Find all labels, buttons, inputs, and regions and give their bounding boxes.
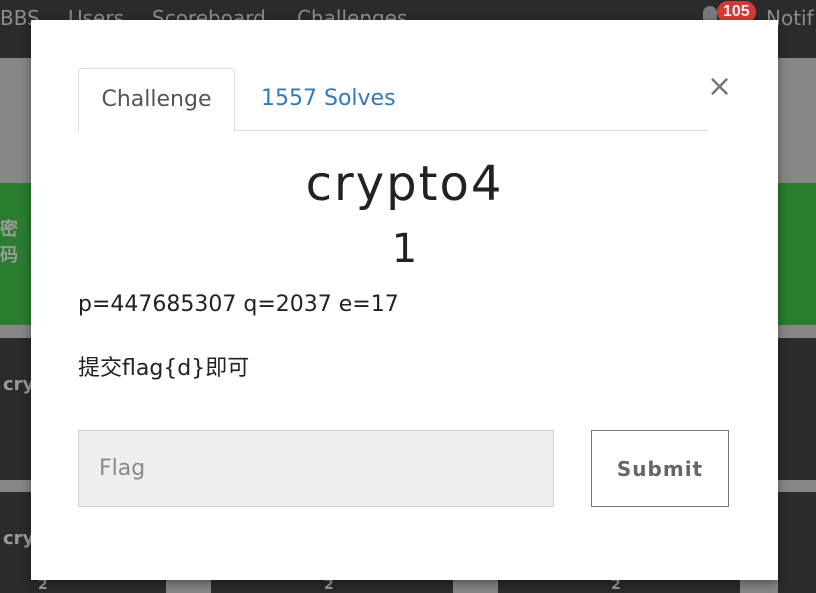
challenge-card-green-right[interactable] (778, 183, 816, 325)
card-label: cry (3, 528, 35, 549)
flag-input[interactable] (78, 430, 554, 507)
challenge-modal: Challenge 1557 Solves × crypto4 1 p=4476… (31, 20, 778, 580)
close-icon[interactable]: × (707, 72, 732, 102)
challenge-card-dark-right[interactable] (778, 338, 816, 480)
tab-solves[interactable]: 1557 Solves (261, 68, 396, 130)
challenge-card-green[interactable]: 密码 (0, 183, 31, 325)
challenge-description-line1: p=447685307 q=2037 e=17 (78, 292, 399, 317)
challenge-card-dark-right[interactable] (778, 492, 816, 593)
challenge-value: 1 (391, 226, 418, 272)
submit-button[interactable]: Submit (591, 430, 729, 507)
card-label: cry (3, 374, 35, 395)
challenge-card-bottom[interactable]: 2 (498, 577, 740, 593)
challenge-description-line2: 提交flag{d}即可 (78, 356, 250, 381)
challenge-title: crypto4 (305, 156, 504, 212)
challenge-card-bottom[interactable]: 2 (211, 577, 453, 593)
tab-challenge[interactable]: Challenge (78, 68, 235, 132)
challenge-card-dark[interactable]: cry (0, 492, 35, 593)
challenge-card-bottom[interactable]: 2 (0, 577, 166, 593)
card-label: 密码 (0, 219, 18, 266)
challenge-card-dark[interactable]: cry (0, 338, 35, 480)
modal-tabs: Challenge 1557 Solves (78, 68, 708, 132)
